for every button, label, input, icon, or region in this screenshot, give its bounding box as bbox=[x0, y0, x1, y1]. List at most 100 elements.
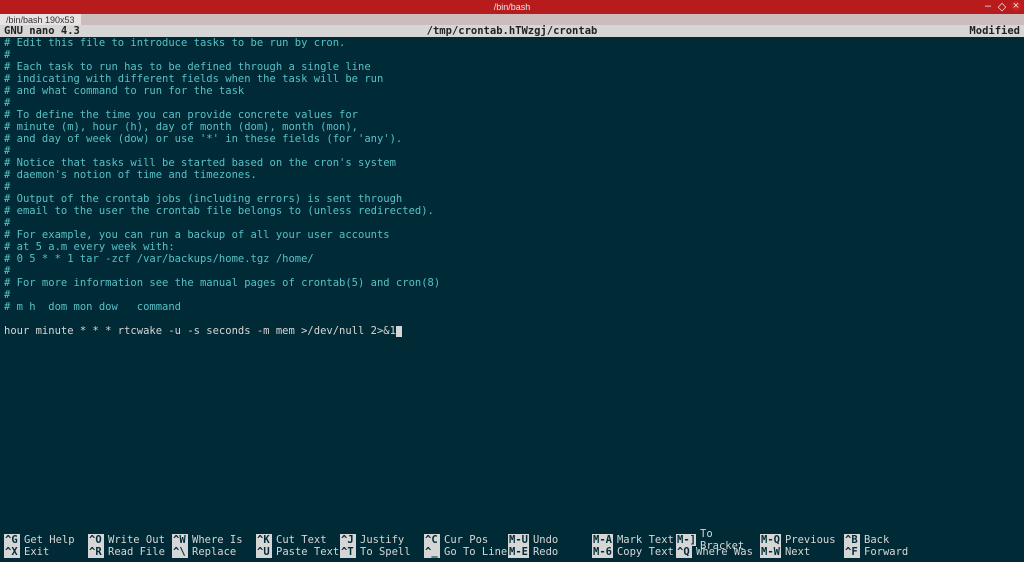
editor-line: # email to the user the crontab file bel… bbox=[4, 205, 1020, 217]
shortcut-item: ^BBack bbox=[844, 534, 928, 546]
shortcut-label: Exit bbox=[24, 546, 49, 558]
shortcut-column: ^W Where Is^\Replace bbox=[172, 534, 256, 558]
shortcut-item: M-W Next bbox=[760, 546, 844, 558]
editor-line: # bbox=[4, 97, 1020, 109]
shortcut-label: Cut Text bbox=[276, 534, 327, 546]
shortcut-item: ^C Cur Pos bbox=[424, 534, 508, 546]
shortcut-key: M-E bbox=[508, 546, 529, 558]
editor-line: # and what command to run for the task bbox=[4, 85, 1020, 97]
editor-line: # bbox=[4, 217, 1020, 229]
shortcut-item: ^OWrite Out bbox=[88, 534, 172, 546]
shortcut-column: ^OWrite Out^R Read File bbox=[88, 534, 172, 558]
shortcut-key: ^F bbox=[844, 546, 860, 558]
shortcut-key: ^W bbox=[172, 534, 188, 546]
shortcut-label: Where Is bbox=[192, 534, 243, 546]
editor-line: # and day of week (dow) or use '*' in th… bbox=[4, 133, 1020, 145]
shortcut-label: Copy Text bbox=[617, 546, 674, 558]
editor-line: # bbox=[4, 289, 1020, 301]
shortcut-item: ^U Paste Text bbox=[256, 546, 340, 558]
nano-statusbar: GNU nano 4.3 /tmp/crontab.hTWzgj/crontab… bbox=[0, 25, 1024, 37]
shortcut-key: ^X bbox=[4, 546, 20, 558]
shortcut-item: ^X Exit bbox=[4, 546, 88, 558]
shortcut-key: M-6 bbox=[592, 546, 613, 558]
shortcut-label: Undo bbox=[533, 534, 558, 546]
shortcut-label: Justify bbox=[360, 534, 404, 546]
window-title: /bin/bash bbox=[494, 2, 531, 12]
shortcut-label: Previous bbox=[785, 534, 836, 546]
editor-line-current: hour minute * * * rtcwake -u -s seconds … bbox=[4, 325, 1020, 337]
close-button[interactable]: × bbox=[1011, 1, 1021, 11]
shortcut-label: Replace bbox=[192, 546, 236, 558]
shortcut-key: ^T bbox=[340, 546, 356, 558]
editor-content[interactable]: # Edit this file to introduce tasks to b… bbox=[0, 37, 1024, 337]
shortcut-item: M-Q Previous bbox=[760, 534, 844, 546]
editor-line: # bbox=[4, 145, 1020, 157]
maximize-button[interactable]: ◇ bbox=[997, 1, 1007, 11]
terminal-tabbar: /bin/bash 190x53 bbox=[0, 14, 1024, 25]
editor-line: # bbox=[4, 49, 1020, 61]
shortcut-key: ^J bbox=[340, 534, 356, 546]
shortcut-key: ^U bbox=[256, 546, 272, 558]
shortcut-label: Next bbox=[785, 546, 810, 558]
shortcut-label: Get Help bbox=[24, 534, 75, 546]
nano-modified-indicator: Modified bbox=[820, 25, 1020, 37]
shortcut-label: Back bbox=[864, 534, 889, 546]
shortcut-item: M-ERedo bbox=[508, 546, 592, 558]
window-controls: ‒ ◇ × bbox=[983, 1, 1021, 11]
shortcut-item: ^W Where Is bbox=[172, 534, 256, 546]
editor-line: # Notice that tasks will be started base… bbox=[4, 157, 1020, 169]
terminal-tab[interactable]: /bin/bash 190x53 bbox=[0, 14, 81, 25]
editor-line: # indicating with different fields when … bbox=[4, 73, 1020, 85]
shortcut-key: ^C bbox=[424, 534, 440, 546]
editor-line: # bbox=[4, 181, 1020, 193]
shortcut-item: ^R Read File bbox=[88, 546, 172, 558]
shortcut-item: ^F Forward bbox=[844, 546, 928, 558]
shortcut-label: Write Out bbox=[108, 534, 165, 546]
nano-shortcuts: ^G Get Help ^X Exit ^OWrite Out^R Read File ^W… bbox=[4, 534, 1020, 558]
shortcut-key: ^R bbox=[88, 546, 104, 558]
editor-line: # Edit this file to introduce tasks to b… bbox=[4, 37, 1020, 49]
editor-line: # Output of the crontab jobs (including … bbox=[4, 193, 1020, 205]
editor-line: # 0 5 * * 1 tar -zcf /var/backups/home.t… bbox=[4, 253, 1020, 265]
shortcut-key: ^_ bbox=[424, 546, 440, 558]
shortcut-item: ^\Replace bbox=[172, 546, 256, 558]
shortcut-label: To Spell bbox=[360, 546, 411, 558]
shortcut-item: ^G Get Help bbox=[4, 534, 88, 546]
shortcut-key: M-U bbox=[508, 534, 529, 546]
editor-line: # To define the time you can provide con… bbox=[4, 109, 1020, 121]
window-titlebar: /bin/bash ‒ ◇ × bbox=[0, 0, 1024, 14]
shortcut-column: ^C Cur Pos ^_ Go To Line bbox=[424, 534, 508, 558]
nano-filename: /tmp/crontab.hTWzgj/crontab bbox=[204, 25, 820, 37]
shortcut-column: M-AMark TextM-6 Copy Text bbox=[592, 534, 676, 558]
shortcut-label: Mark Text bbox=[617, 534, 674, 546]
shortcut-key: ^K bbox=[256, 534, 272, 546]
editor-line bbox=[4, 313, 1020, 325]
shortcut-key: M-Q bbox=[760, 534, 781, 546]
editor-line: # m h dom mon dow command bbox=[4, 301, 1020, 313]
shortcut-column: ^J Justify ^T To Spell bbox=[340, 534, 424, 558]
shortcut-item: M-6 Copy Text bbox=[592, 546, 676, 558]
shortcut-label: Where Was bbox=[696, 546, 753, 558]
shortcut-column: M-U UndoM-ERedo bbox=[508, 534, 592, 558]
shortcut-column: ^BBack^F Forward bbox=[844, 534, 928, 558]
shortcut-label: Forward bbox=[864, 546, 908, 558]
shortcut-item: ^T To Spell bbox=[340, 546, 424, 558]
shortcut-label: Paste Text bbox=[276, 546, 339, 558]
shortcut-column: M-]To Bracket^QWhere Was bbox=[676, 534, 760, 558]
shortcut-key: M-W bbox=[760, 546, 781, 558]
shortcut-key: ^G bbox=[4, 534, 20, 546]
shortcut-item: M-AMark Text bbox=[592, 534, 676, 546]
shortcut-label: Cur Pos bbox=[444, 534, 488, 546]
editor-line: # For more information see the manual pa… bbox=[4, 277, 1020, 289]
shortcut-item: ^QWhere Was bbox=[676, 546, 760, 558]
minimize-button[interactable]: ‒ bbox=[983, 1, 993, 11]
editor-line: # minute (m), hour (h), day of month (do… bbox=[4, 121, 1020, 133]
shortcut-label: Read File bbox=[108, 546, 165, 558]
shortcut-column: ^G Get Help ^X Exit bbox=[4, 534, 88, 558]
cursor bbox=[396, 326, 402, 337]
editor-line: # bbox=[4, 265, 1020, 277]
shortcut-label: Go To Line bbox=[444, 546, 507, 558]
shortcut-item: ^J Justify bbox=[340, 534, 424, 546]
editor-line: # Each task to run has to be defined thr… bbox=[4, 61, 1020, 73]
editor-line: # daemon's notion of time and timezones. bbox=[4, 169, 1020, 181]
